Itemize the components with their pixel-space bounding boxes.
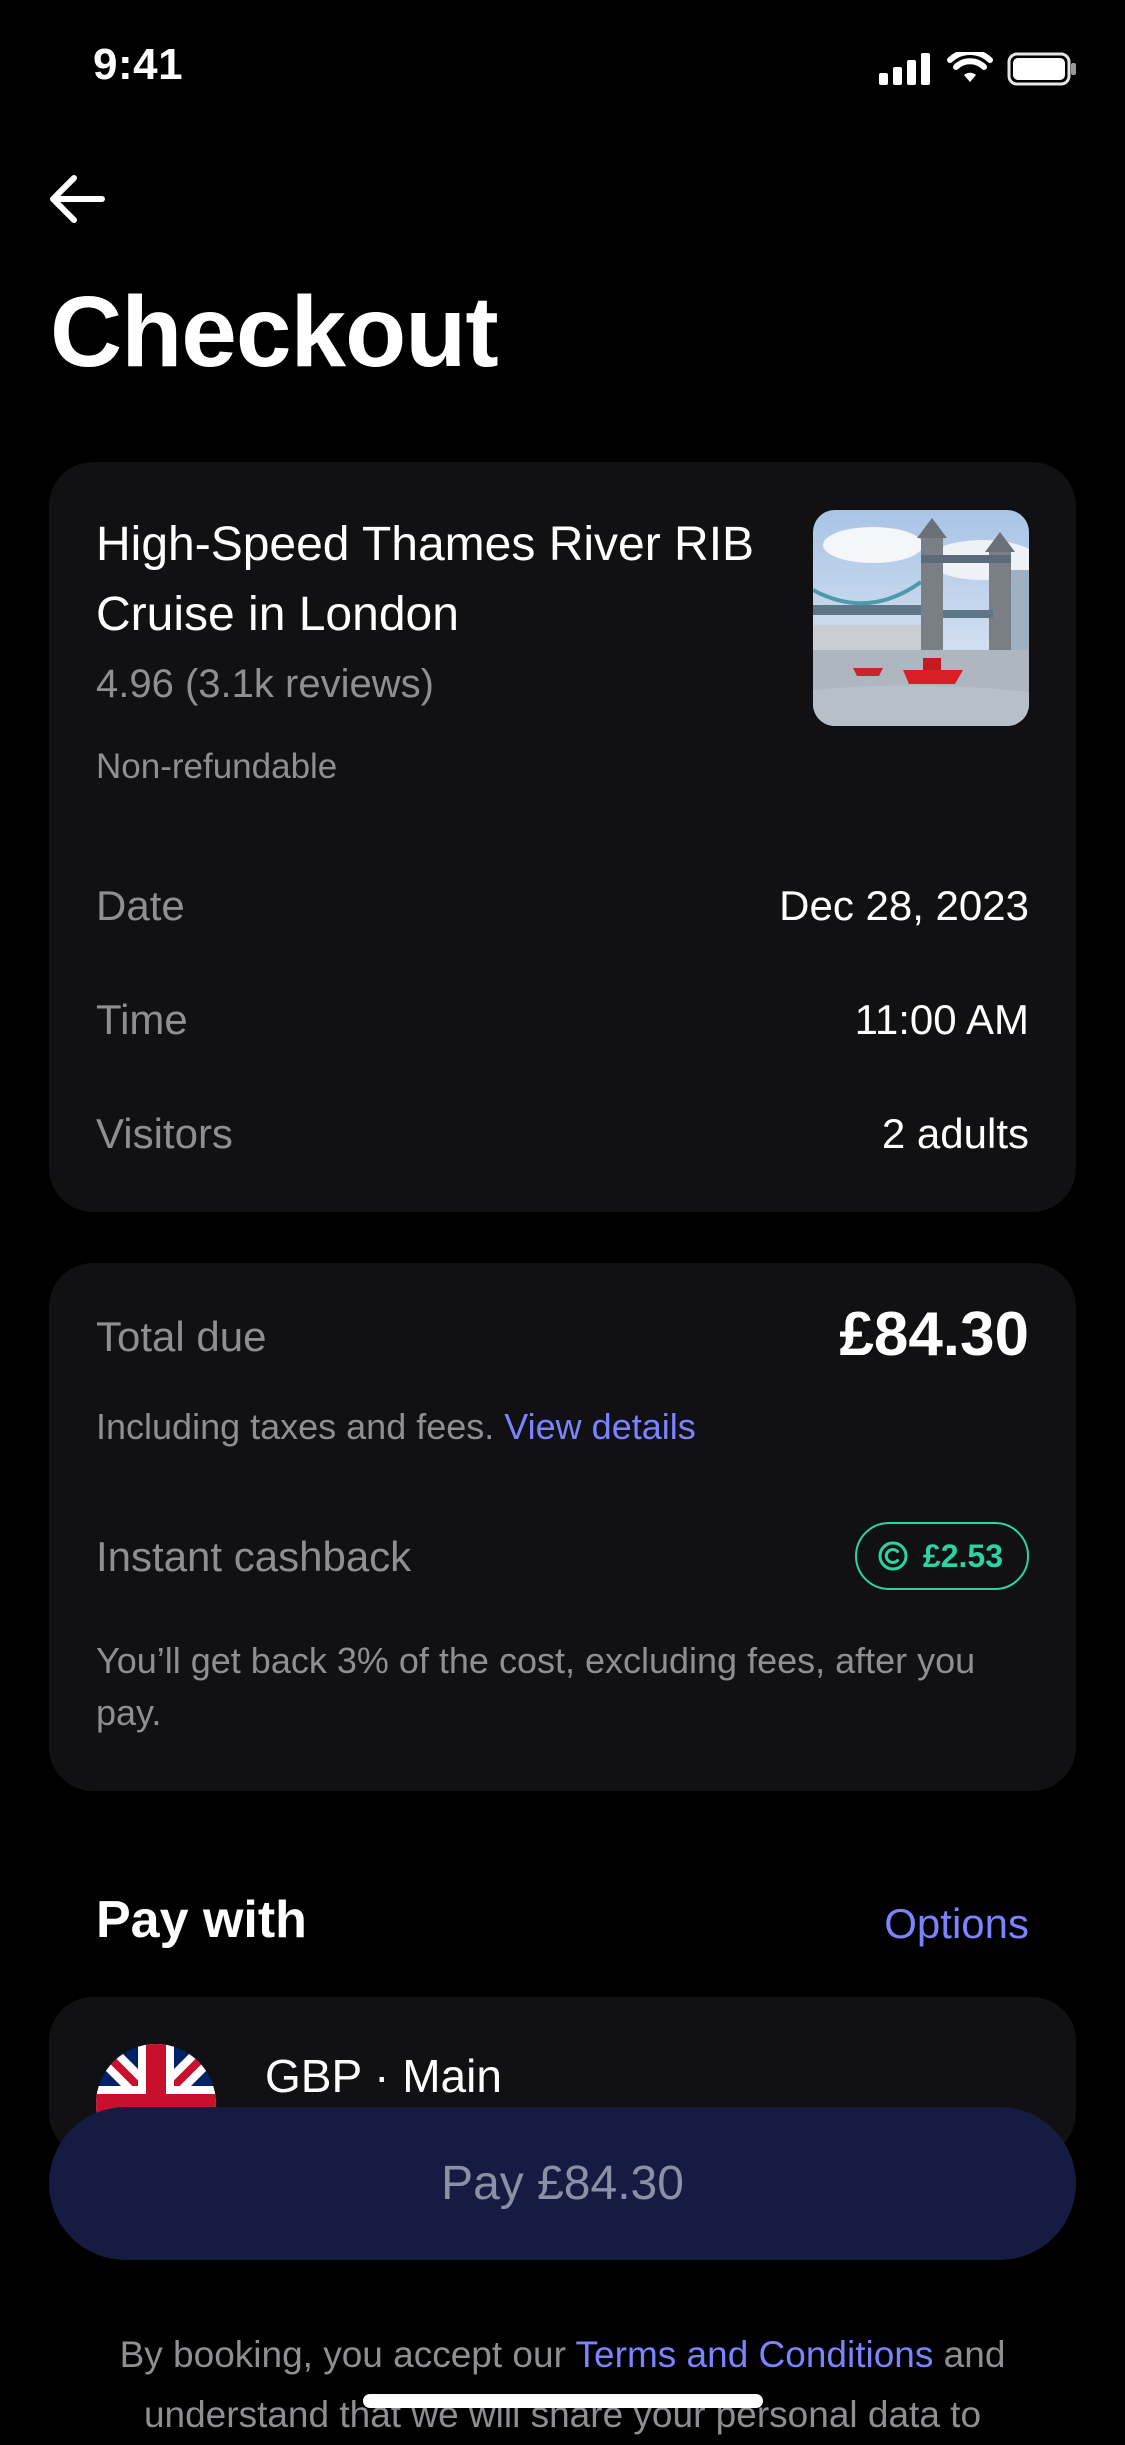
activity-rating: 4.96 (3.1k reviews)	[96, 662, 434, 706]
detail-row-time: Time 11:00 AM	[96, 996, 1029, 1044]
activity-thumbnail	[813, 510, 1029, 726]
cashback-icon	[878, 1541, 908, 1571]
activity-title: High-Speed Thames River RIB Cruise in Lo…	[96, 518, 755, 641]
taxes-note: Including taxes and fees. View details	[96, 1406, 696, 1448]
visitors-label: Visitors	[96, 1110, 233, 1157]
taxes-note-text: Including taxes and fees.	[96, 1406, 495, 1447]
time-label: Time	[96, 996, 188, 1043]
date-value: Dec 28, 2023	[779, 882, 1029, 929]
legal-prefix: By booking, you accept our	[119, 2334, 566, 2375]
payment-options-link[interactable]: Options	[884, 1900, 1029, 1948]
cashback-badge: £2.53	[854, 1522, 1029, 1590]
visitors-value: 2 adults	[881, 1110, 1029, 1157]
detail-row-visitors: Visitors 2 adults	[96, 1110, 1029, 1158]
view-details-link[interactable]: View details	[504, 1406, 695, 1447]
home-indicator[interactable]	[363, 2394, 763, 2408]
activity-card[interactable]: High-Speed Thames River RIB Cruise in Lo…	[49, 462, 1076, 1212]
cashback-description: You’ll get back 3% of the cost, excludin…	[96, 1640, 976, 1733]
page-title: Checkout	[50, 276, 499, 388]
cashback-label: Instant cashback	[96, 1533, 412, 1580]
time-value: 11:00 AM	[854, 996, 1029, 1043]
terms-link[interactable]: Terms and Conditions	[576, 2334, 934, 2375]
detail-row-date: Date Dec 28, 2023	[96, 882, 1029, 930]
legal-text: By booking, you accept our Terms and Con…	[60, 2325, 1065, 2445]
total-due-value: £84.30	[839, 1300, 1029, 1369]
cashback-amount: £2.53	[922, 1537, 1003, 1574]
status-icons	[879, 52, 1077, 86]
total-due-label: Total due	[96, 1313, 267, 1360]
pay-button[interactable]: Pay £84.30	[49, 2107, 1076, 2260]
back-arrow-icon[interactable]	[46, 168, 108, 230]
signal-icon	[879, 53, 930, 85]
battery-icon	[1007, 52, 1076, 86]
price-summary-card: Total due £84.30 Including taxes and fee…	[49, 1263, 1076, 1791]
payment-account-name: GBP · Main	[265, 2050, 502, 2102]
wifi-icon	[947, 52, 993, 82]
refund-policy: Non-refundable	[96, 747, 338, 786]
pay-with-heading: Pay with	[96, 1891, 307, 1949]
status-time: 9:41	[93, 40, 184, 89]
date-label: Date	[96, 882, 185, 929]
